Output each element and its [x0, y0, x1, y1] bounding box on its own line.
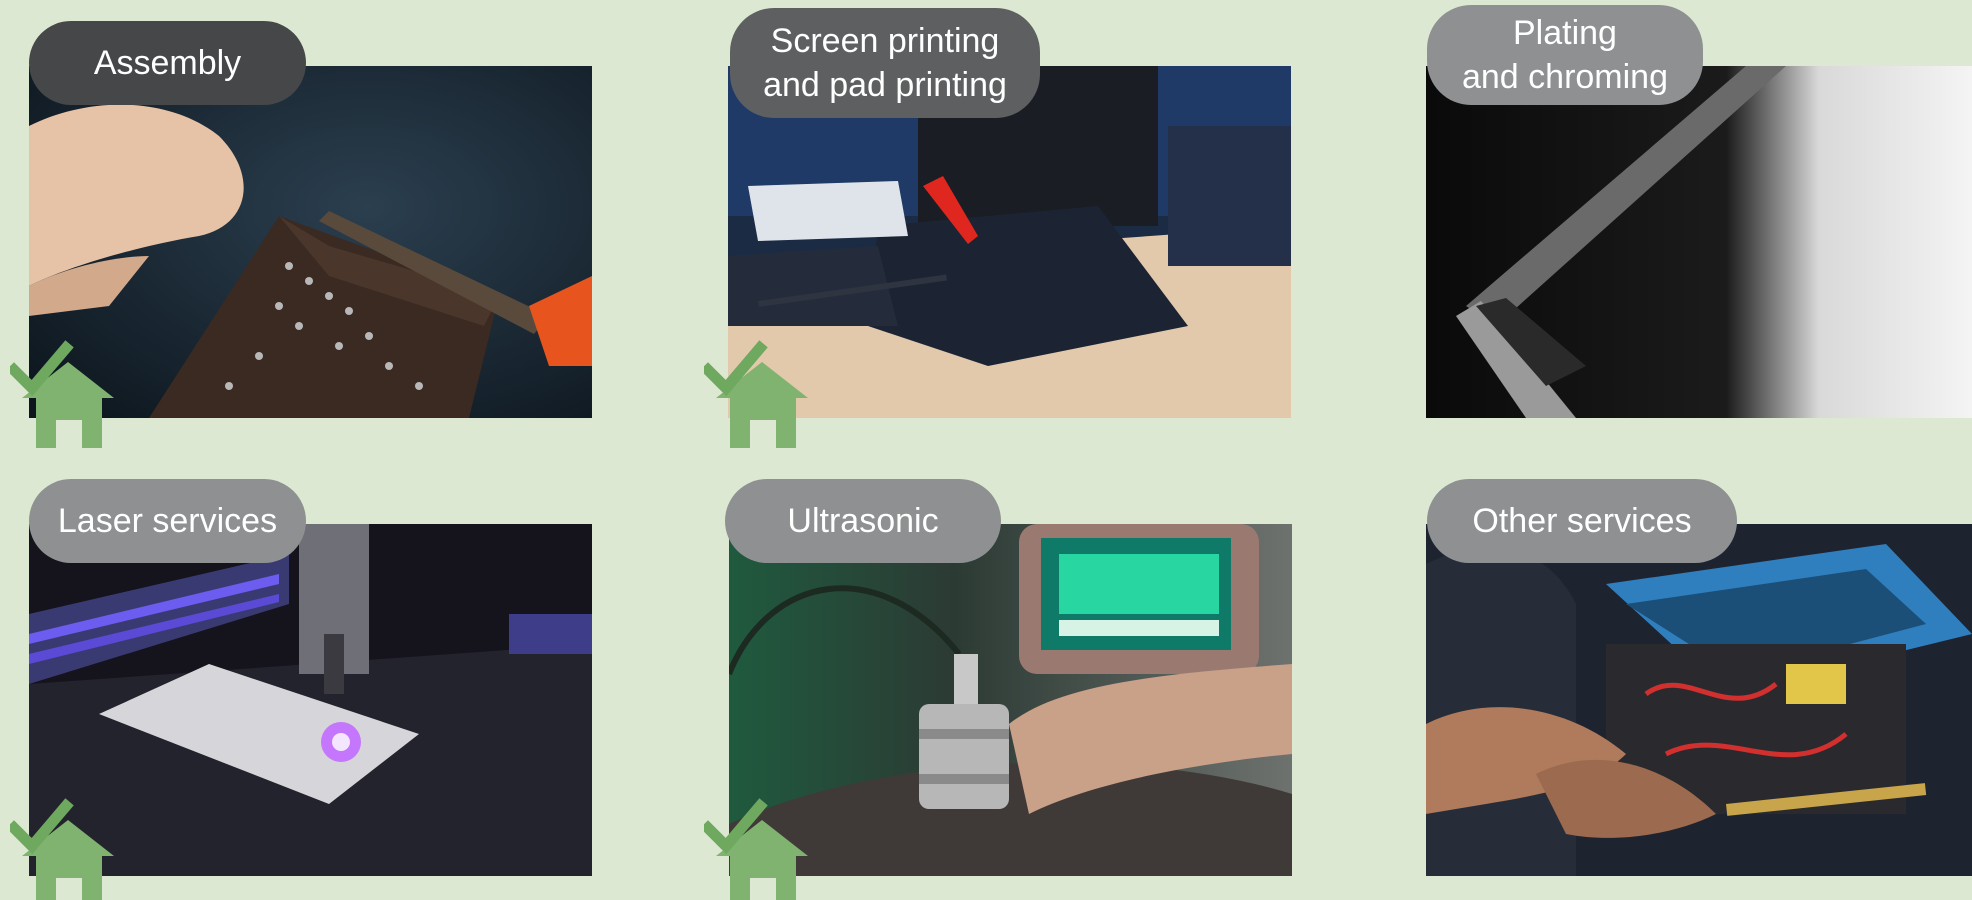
service-label-text-line1: Plating — [1513, 14, 1617, 52]
service-label-text: Laser services — [57, 502, 278, 540]
service-label-text-line2: and pad printing — [763, 66, 1007, 104]
service-label-screen-printing[interactable]: Screen printing and pad printing — [730, 8, 1040, 118]
services-grid: Assembly Screen printing and pad printin… — [0, 0, 1972, 900]
service-label-laser[interactable]: Laser services — [29, 479, 306, 563]
service-label-plating[interactable]: Plating and chroming — [1427, 5, 1703, 105]
service-label-text: Ultrasonic — [787, 502, 939, 540]
other-services-photo[interactable] — [1426, 524, 1972, 876]
plating-photo[interactable] — [1426, 66, 1972, 418]
service-label-other[interactable]: Other services — [1427, 479, 1737, 563]
home-check-icon — [704, 340, 814, 450]
service-label-ultrasonic[interactable]: Ultrasonic — [725, 479, 1001, 563]
home-check-icon — [704, 798, 814, 900]
service-label-assembly[interactable]: Assembly — [29, 21, 306, 105]
home-check-icon — [10, 798, 120, 900]
home-check-icon — [10, 340, 120, 450]
service-label-text-line2: and chroming — [1461, 58, 1668, 96]
service-label-text: Other services — [1472, 502, 1692, 540]
service-label-text-line1: Screen printing — [770, 22, 1000, 60]
service-label-text: Assembly — [93, 44, 242, 82]
